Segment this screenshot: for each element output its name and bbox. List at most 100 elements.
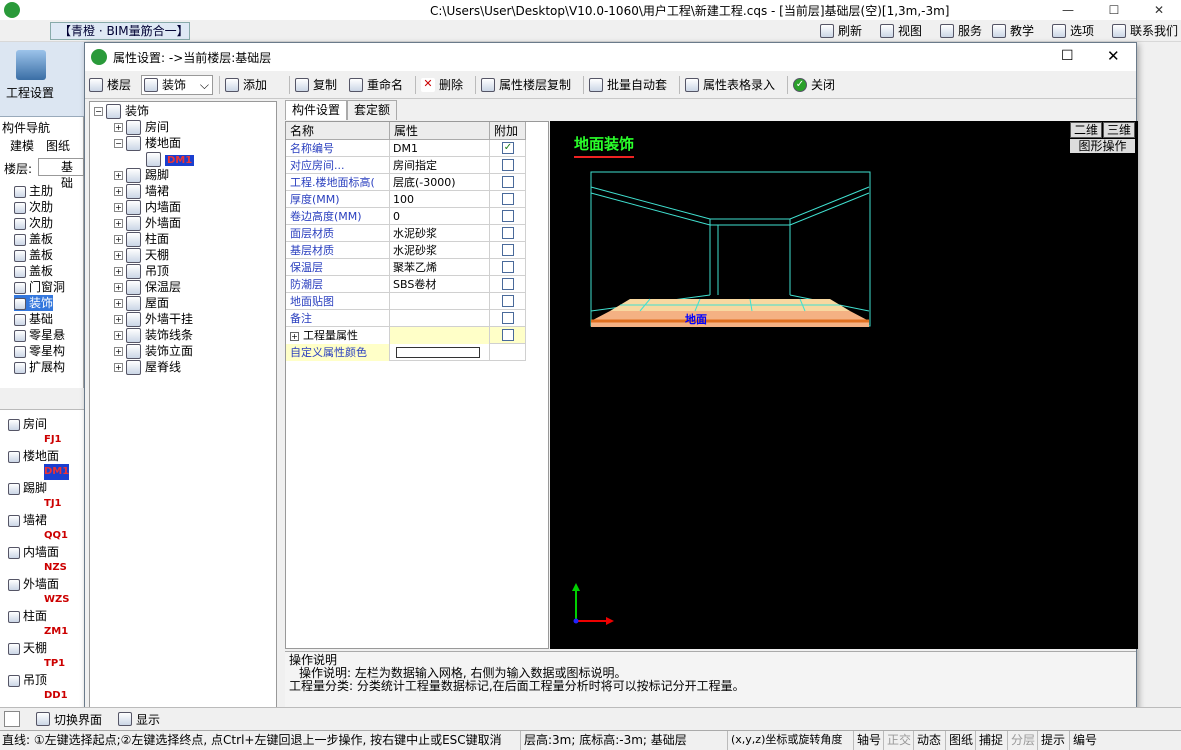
- options-button[interactable]: 选项: [1052, 23, 1094, 39]
- extra-checkbox[interactable]: [502, 227, 514, 239]
- status-toggle[interactable]: 编号: [1069, 731, 1100, 750]
- grid-row[interactable]: 厚度(MM) 100: [286, 191, 526, 208]
- contact-button[interactable]: 联系我们: [1112, 23, 1178, 39]
- status-toggle[interactable]: 正交: [883, 731, 914, 750]
- tab-build[interactable]: 建模: [10, 137, 34, 154]
- grid-cell-value[interactable]: [390, 310, 490, 327]
- floor-button[interactable]: 楼层: [89, 76, 131, 94]
- status-toggle[interactable]: 提示: [1037, 731, 1068, 750]
- tree-node[interactable]: − 楼地面: [114, 135, 181, 151]
- delete-button[interactable]: ✕ 删除: [421, 76, 463, 94]
- grid-row[interactable]: 卷边高度(MM) 0: [286, 208, 526, 225]
- tree-node[interactable]: + 外墙面: [114, 215, 181, 231]
- extra-checkbox[interactable]: [502, 329, 514, 341]
- copy-floor-button[interactable]: 属性楼层复制: [481, 76, 571, 94]
- tree-node[interactable]: + 屋面: [114, 295, 169, 311]
- left-nav-item[interactable]: 盖板: [14, 231, 53, 247]
- left-nav-item[interactable]: 扩展构: [14, 359, 65, 375]
- refresh-button[interactable]: 刷新: [820, 23, 862, 39]
- collapse-icon[interactable]: −: [94, 107, 103, 116]
- view-3d-button[interactable]: 三维: [1103, 122, 1135, 138]
- expand-icon[interactable]: +: [114, 251, 123, 260]
- left-nav-item[interactable]: 零星构: [14, 343, 65, 359]
- left-nav-item[interactable]: 装饰: [14, 295, 54, 311]
- lower-nav-code[interactable]: ZM1: [44, 624, 68, 640]
- grid-color-row[interactable]: 自定义属性颜色: [286, 344, 526, 361]
- expand-icon[interactable]: +: [290, 332, 299, 341]
- grid-cell-value[interactable]: DM1: [390, 140, 490, 157]
- color-swatch[interactable]: [396, 347, 480, 358]
- tree-node[interactable]: + 装饰线条: [114, 327, 193, 343]
- floor-select[interactable]: 基础: [38, 158, 84, 190]
- left-nav-item[interactable]: 次肋: [14, 215, 53, 231]
- switch-ui-tab[interactable]: 切换界面: [36, 711, 102, 728]
- expand-icon[interactable]: +: [114, 315, 123, 324]
- grid-cell-value[interactable]: 房间指定: [390, 157, 490, 174]
- batch-button[interactable]: 批量自动套: [589, 76, 667, 94]
- lower-nav-code[interactable]: WZS: [44, 592, 69, 608]
- tab-drawing[interactable]: 图纸: [46, 137, 70, 154]
- expand-icon[interactable]: +: [114, 363, 123, 372]
- grid-cell-value[interactable]: [390, 293, 490, 310]
- lower-nav-item[interactable]: 天棚: [8, 640, 47, 656]
- grid-cell-value[interactable]: 水泥砂浆: [390, 242, 490, 259]
- extra-checkbox[interactable]: [502, 295, 514, 307]
- status-toggle[interactable]: 分层: [1007, 731, 1038, 750]
- left-nav-item[interactable]: 盖板: [14, 247, 53, 263]
- grid-cell-value[interactable]: 0: [390, 208, 490, 225]
- grid-cell-value[interactable]: 层底(-3000): [390, 174, 490, 191]
- tree-leaf[interactable]: DM1: [146, 151, 195, 167]
- left-nav-item[interactable]: 次肋: [14, 199, 53, 215]
- status-toggle[interactable]: 动态: [913, 731, 944, 750]
- extra-checkbox[interactable]: [502, 312, 514, 324]
- grid-row[interactable]: 基层材质 水泥砂浆: [286, 242, 526, 259]
- table-input-button[interactable]: 属性表格录入: [685, 76, 775, 94]
- ribbon-project-settings[interactable]: 工程设置: [0, 42, 84, 117]
- rename-button[interactable]: 重命名: [349, 76, 403, 94]
- tab-quota[interactable]: 套定额: [347, 100, 398, 120]
- view-button[interactable]: 视图: [880, 23, 922, 39]
- category-select[interactable]: 装饰 ⌵: [141, 75, 213, 95]
- grid-cell-value[interactable]: 水泥砂浆: [390, 225, 490, 242]
- tree-node[interactable]: + 踢脚: [114, 167, 169, 183]
- lower-nav-item[interactable]: 墙裙: [8, 512, 47, 528]
- lower-nav-item[interactable]: 柱面: [8, 608, 47, 624]
- expand-icon[interactable]: +: [114, 331, 123, 340]
- expand-icon[interactable]: +: [114, 187, 123, 196]
- left-nav-item[interactable]: 门窗洞: [14, 279, 65, 295]
- collapse-icon[interactable]: −: [114, 139, 123, 148]
- extra-checkbox[interactable]: [502, 193, 514, 205]
- lower-nav-item[interactable]: 内墙面: [8, 544, 59, 560]
- close-button[interactable]: ✕: [1137, 0, 1181, 20]
- left-nav-item[interactable]: 基础: [14, 311, 53, 327]
- status-coord[interactable]: (x,y,z)坐标或旋转角度: [727, 731, 845, 750]
- expand-icon[interactable]: +: [114, 267, 123, 276]
- extra-checkbox[interactable]: [502, 159, 514, 171]
- lower-nav-code[interactable]: NZS: [44, 560, 67, 576]
- expand-icon[interactable]: +: [114, 219, 123, 228]
- dialog-maximize-button[interactable]: ☐: [1061, 48, 1074, 64]
- left-nav-item[interactable]: 主肋: [14, 183, 53, 199]
- teach-button[interactable]: 教学: [992, 23, 1034, 39]
- grid-row[interactable]: 防潮层 SBS卷材: [286, 276, 526, 293]
- tree-node[interactable]: + 墙裙: [114, 183, 169, 199]
- lower-nav-item[interactable]: 房间: [8, 416, 47, 432]
- expand-icon[interactable]: +: [114, 171, 123, 180]
- lower-nav-code[interactable]: DM1: [44, 464, 70, 480]
- tree-node[interactable]: + 天棚: [114, 247, 169, 263]
- extra-checkbox[interactable]: [502, 261, 514, 273]
- tree-root[interactable]: − 装饰: [94, 103, 149, 119]
- lower-nav-item[interactable]: 吊顶: [8, 672, 47, 688]
- expand-icon[interactable]: +: [114, 203, 123, 212]
- grid-cell-value[interactable]: SBS卷材: [390, 276, 490, 293]
- maximize-button[interactable]: ☐: [1092, 0, 1136, 20]
- expand-icon[interactable]: +: [114, 123, 123, 132]
- tree-node[interactable]: + 外墙干挂: [114, 311, 193, 327]
- tree-node[interactable]: + 内墙面: [114, 199, 181, 215]
- tree-node[interactable]: + 房间: [114, 119, 169, 135]
- tab-component-settings[interactable]: 构件设置: [285, 100, 348, 120]
- lower-nav-code[interactable]: FJ1: [44, 432, 62, 448]
- extra-checkbox[interactable]: ✓: [502, 142, 514, 154]
- service-button[interactable]: 服务: [940, 23, 982, 39]
- add-button[interactable]: 添加: [225, 76, 267, 94]
